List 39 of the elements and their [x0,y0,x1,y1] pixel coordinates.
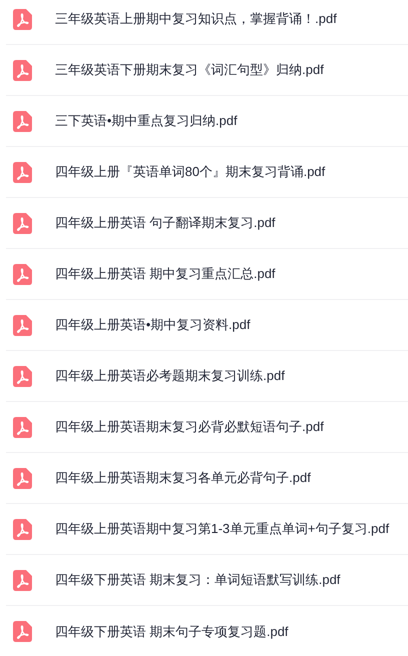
file-row[interactable]: 四年级上册『英语单词80个』期末复习背诵.pdf [6,147,408,198]
file-name: 四年级下册英语 期末复习：单词短语默写训练.pdf [55,571,340,590]
pdf-file-icon [13,314,32,336]
file-name: 四年级上册英语 期中复习重点汇总.pdf [55,265,276,284]
pdf-file-icon [13,366,32,386]
file-row[interactable]: 四年级上册英语 期中复习重点汇总.pdf [6,249,408,300]
file-row[interactable]: 三下英语•期中重点复习归纳.pdf [6,96,408,147]
pdf-file-icon [13,162,32,182]
pdf-file-icon [13,60,32,80]
file-name: 四年级上册英语期末复习必背必默短语句子.pdf [55,418,324,436]
file-row[interactable]: 四年级上册英语 句子翻译期末复习.pdf [6,198,408,249]
file-row[interactable]: 四年级下册英语 期末复习：单词短语默写训练.pdf [6,555,408,606]
file-row[interactable]: 四年级下册英语 期末句子专项复习题.pdf [6,606,408,656]
file-row[interactable]: 三年级英语下册期末复习《词汇句型》归纳.pdf [6,45,408,96]
pdf-file-icon [13,621,32,642]
pdf-file-icon [13,264,32,284]
file-row[interactable]: 四年级上册英语期中复习第1-3单元重点单词+句子复习.pdf [6,504,408,555]
file-name: 四年级上册英语 句子翻译期末复习.pdf [55,214,276,232]
file-name: 四年级上册英语必考题期末复习训练.pdf [55,367,285,386]
file-name: 三年级英语上册期中复习知识点，掌握背诵！.pdf [55,10,337,28]
file-row[interactable]: 四年级上册英语•期中复习资料.pdf [6,300,408,351]
pdf-file-icon [13,468,32,488]
file-name: 三下英语•期中重点复习归纳.pdf [55,112,238,130]
pdf-file-icon [13,518,32,540]
file-name: 四年级上册英语•期中复习资料.pdf [55,316,250,334]
file-name: 四年级上册『英语单词80个』期末复习背诵.pdf [55,163,326,182]
file-row[interactable]: 三年级英语上册期中复习知识点，掌握背诵！.pdf [6,0,408,45]
file-row[interactable]: 四年级上册英语期末复习各单元必背句子.pdf [6,453,408,504]
pdf-file-icon [13,416,32,438]
file-name: 三年级英语下册期末复习《词汇句型》归纳.pdf [55,61,324,80]
file-name: 四年级下册英语 期末句子专项复习题.pdf [55,622,288,641]
pdf-file-icon [13,570,32,590]
pdf-file-icon [13,212,32,234]
file-row[interactable]: 四年级上册英语期末复习必背必默短语句子.pdf [6,402,408,453]
pdf-file-icon [13,8,32,30]
pdf-file-icon [13,110,32,132]
file-row[interactable]: 四年级上册英语必考题期末复习训练.pdf [6,351,408,402]
file-name: 四年级上册英语期中复习第1-3单元重点单词+句子复习.pdf [55,520,390,538]
file-name: 四年级上册英语期末复习各单元必背句子.pdf [55,469,311,488]
